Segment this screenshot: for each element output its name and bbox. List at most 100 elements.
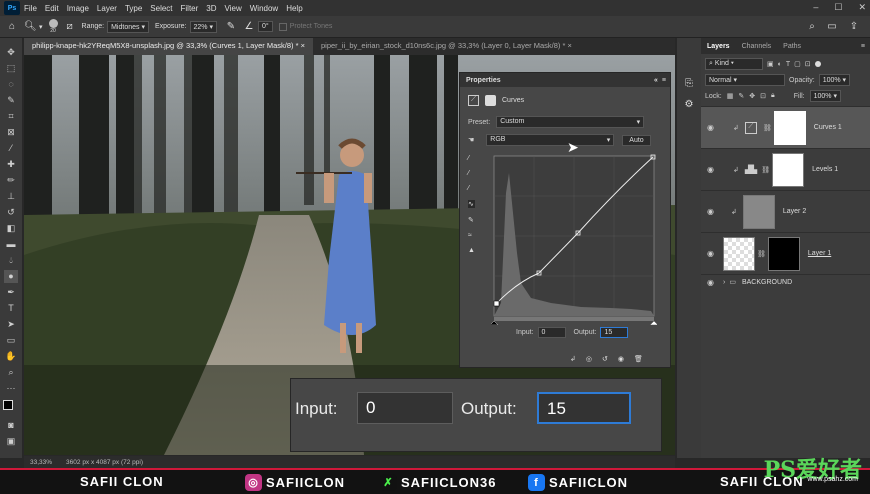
lock-paint-icon[interactable]: ✎ [738,92,744,100]
angle-field[interactable]: 0° [257,21,273,32]
chain-link-icon[interactable]: ⛓︎ [761,166,770,174]
screen-mode-icon[interactable]: ▣ [4,435,18,448]
share-icon[interactable]: ⇪ [848,21,860,33]
pen-tool-icon[interactable]: ✒ [4,286,18,299]
menu-window[interactable]: Window [250,4,278,13]
lock-all-icon[interactable]: 🔒︎ [771,92,775,100]
visibility-eye-icon[interactable]: ◉ [707,123,719,132]
brush-preset[interactable]: 20 [48,19,58,34]
filter-adjust-icon[interactable]: ◐ [778,61,782,68]
fill-field[interactable]: 100% ▾ [809,90,841,102]
visibility-eye-icon[interactable]: ◉ [707,207,719,216]
channel-select[interactable]: RGB ▾ [486,134,615,146]
filter-smart-icon[interactable]: ⊡ [805,60,811,68]
menu-layer[interactable]: Layer [97,4,117,13]
protect-tones-checkbox[interactable] [278,22,287,31]
zoom-output-field[interactable]: 15 [537,392,631,424]
eraser-icon[interactable]: ◧ [4,222,18,235]
clone-stamp-icon[interactable]: ⊥ [4,190,18,203]
dodge-tool-icon[interactable]: ● [4,270,18,283]
toggle-visibility-icon[interactable]: ◉ [618,355,624,363]
tab-piper[interactable]: piper_ii_by_eirian_stock_d10ns6c.jpg @ 3… [313,38,580,55]
tab-close-icon[interactable]: × [568,41,572,50]
clipping-warning-icon[interactable]: ▲ [468,247,475,254]
gray-point-eyedropper-icon[interactable]: ⁄ [468,170,475,177]
visibility-eye-icon[interactable]: ◉ [707,165,719,174]
menu-file[interactable]: File [24,4,37,13]
output-field[interactable]: 15 [600,327,629,338]
panel-menu-icon[interactable]: ≡ [662,77,666,84]
move-tool-icon[interactable]: ✥ [4,46,18,59]
draw-curve-icon[interactable]: ✎ [468,216,475,224]
menu-image[interactable]: Image [67,4,89,13]
input-field[interactable]: 0 [537,327,566,338]
shape-tool-icon[interactable]: ▭ [4,334,18,347]
layer-name[interactable]: Layer 2 [783,208,806,215]
layer-mask-thumbnail[interactable] [767,236,800,271]
tab-philipp-knape[interactable]: philipp-knape-hk2YReqM5X8-unsplash.jpg @… [24,38,313,55]
zoom-level[interactable]: 33,33% [30,459,52,466]
filter-shape-icon[interactable]: ▢ [794,60,801,68]
layer-row-layer-2[interactable]: ◉ ↲ Layer 2 [701,191,870,233]
visibility-eye-icon[interactable]: ◉ [707,249,719,258]
history-brush-icon[interactable]: ↺ [4,206,18,219]
lock-position-icon[interactable]: ✥ [749,92,755,100]
menu-select[interactable]: Select [150,4,172,13]
mask-icon[interactable] [485,95,496,106]
properties-panel-icon[interactable]: ⚙ [683,99,695,111]
quick-mask-icon[interactable]: ◙ [4,419,18,432]
tab-layers[interactable]: Layers [701,43,736,50]
layer-row-curves-1[interactable]: ◉ ↲ ⟋ ⛓︎ Curves 1 [701,107,870,149]
group-expand-icon[interactable]: › [723,279,725,286]
crop-tool-icon[interactable]: ⌗ [4,110,18,123]
delete-icon[interactable]: 🗑︎ [634,355,643,363]
menu-3d[interactable]: 3D [206,4,216,13]
opacity-field[interactable]: 100% ▾ [818,74,851,86]
menu-filter[interactable]: Filter [181,4,199,13]
layer-name[interactable]: Layer 1 [808,250,831,257]
exposure-field[interactable]: 22% ▾ [189,20,217,33]
menu-type[interactable]: Type [125,4,142,13]
layer-thumbnail[interactable] [723,236,755,271]
tool-preset[interactable]: 🔍︎ ▾ [24,21,43,33]
range-select[interactable]: Midtones ▾ [107,20,149,33]
zoom-input-field[interactable]: 0 [357,392,453,424]
brush-settings-icon[interactable]: ⧄ [64,21,76,33]
panel-menu-icon[interactable]: ≡ [861,43,865,50]
blur-tool-icon[interactable]: 💧︎ [4,254,18,267]
filter-pixel-icon[interactable]: ▣ [767,60,774,68]
filter-type-icon[interactable]: T [786,61,790,68]
collapse-icon[interactable]: « [654,77,658,84]
gradient-tool-icon[interactable]: ▬ [4,238,18,251]
lock-artboard-icon[interactable]: ⊡ [760,92,766,100]
layer-name[interactable]: Levels 1 [812,166,838,173]
search-icon[interactable]: ⌕ [806,21,818,33]
curves-graph[interactable] [491,153,657,325]
layer-row-levels-1[interactable]: ◉ ↲ ▟▙ ⛓︎ Levels 1 [701,149,870,191]
visibility-eye-icon[interactable]: ◉ [707,278,719,287]
layer-mask-thumbnail[interactable] [773,110,806,145]
chain-link-icon[interactable]: ⛓︎ [763,124,772,132]
preset-select[interactable]: Custom ▾ [496,116,645,128]
workspace-icon[interactable]: ▭ [826,21,838,33]
chain-link-icon[interactable]: ⛓︎ [757,250,766,258]
hand-tool-icon[interactable]: ✋ [4,350,18,363]
layer-mask-thumbnail[interactable] [772,152,805,187]
menu-help[interactable]: Help [286,4,302,13]
maximize-icon[interactable]: ☐ [834,2,842,13]
layer-thumbnail[interactable] [742,194,775,229]
path-select-icon[interactable]: ➤ [4,318,18,331]
tab-paths[interactable]: Paths [777,43,807,50]
more-tools-icon[interactable]: ··· [4,382,18,395]
lock-pixels-icon[interactable]: ▦ [727,92,734,100]
marquee-tool-icon[interactable]: ⬚ [4,62,18,75]
target-adjust-icon[interactable]: ☚ [468,136,474,144]
foreground-color[interactable] [3,400,13,410]
type-tool-icon[interactable]: T [4,302,18,315]
lasso-tool-icon[interactable]: ◌ [4,78,18,91]
brush-tool-icon[interactable]: ✏ [4,174,18,187]
menu-view[interactable]: View [225,4,242,13]
group-row-background[interactable]: ◉ › ▭ BACKGROUND [701,275,870,289]
view-previous-icon[interactable]: ◎ [586,355,592,363]
minimize-icon[interactable]: – [813,2,818,13]
